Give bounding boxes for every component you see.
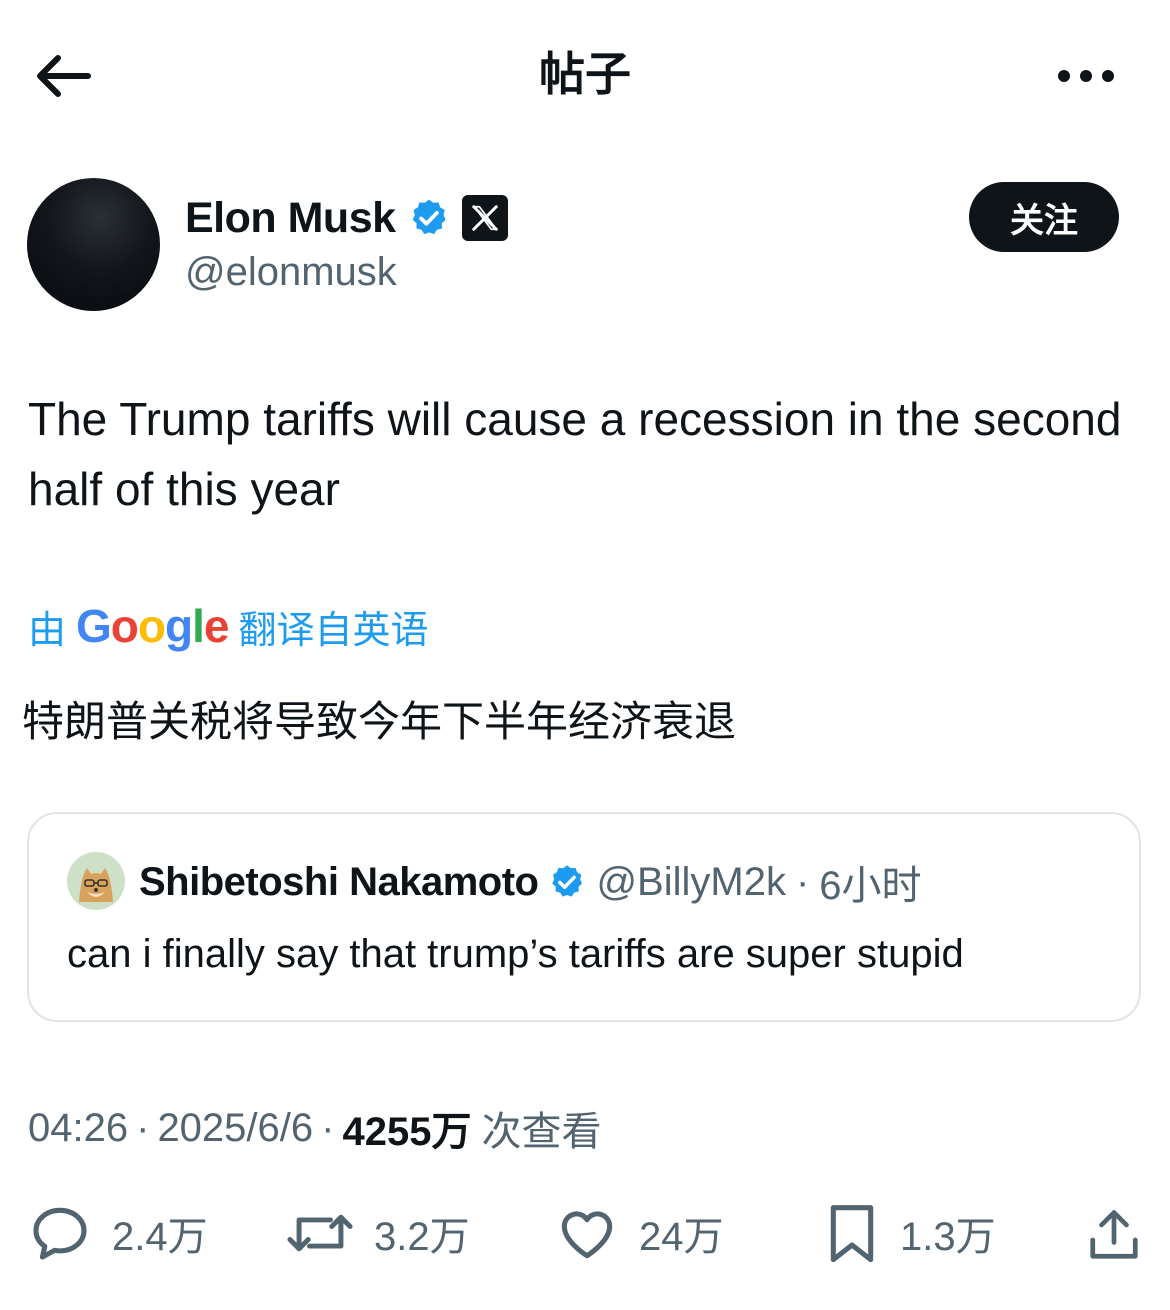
reply-icon xyxy=(33,1207,87,1260)
follow-button[interactable]: 关注 xyxy=(969,182,1119,252)
author-handle[interactable]: @elonmusk xyxy=(185,250,397,295)
like-button[interactable]: 24万 xyxy=(555,1198,724,1268)
bookmark-icon xyxy=(830,1205,874,1263)
views-label: 次查看 xyxy=(481,1110,602,1154)
heart-icon xyxy=(561,1211,613,1259)
x-logo-icon xyxy=(461,195,508,241)
quoted-author-handle: @BillyM2k xyxy=(596,859,786,904)
separator-dot: · xyxy=(136,1105,150,1150)
verified-badge-icon xyxy=(552,865,583,897)
author-avatar[interactable] xyxy=(27,178,160,311)
like-count: 24万 xyxy=(639,1215,724,1259)
google-logo: Google xyxy=(76,600,229,652)
quoted-tweet-card[interactable]: Shibetoshi Nakamoto @BillyM2k · 6小时 can … xyxy=(27,812,1141,1022)
translated-text: 特朗普关税将导致今年下半年经济衰退 xyxy=(22,698,737,745)
bookmark-count: 1.3万 xyxy=(900,1215,996,1259)
retweet-icon xyxy=(287,1214,353,1252)
separator-dot: · xyxy=(795,859,810,904)
quoted-tweet-header: Shibetoshi Nakamoto @BillyM2k · 6小时 xyxy=(139,852,922,912)
quoted-author-name: Shibetoshi Nakamoto xyxy=(139,859,539,904)
more-dots-icon xyxy=(1058,70,1114,82)
quoted-author-avatar xyxy=(67,852,125,910)
reply-count: 2.4万 xyxy=(112,1215,208,1259)
author-name[interactable]: Elon Musk xyxy=(185,194,396,243)
quoted-tweet-text: can i finally say that trump’s tariffs a… xyxy=(67,932,964,976)
tweet-date: 2025/6/6 xyxy=(157,1105,314,1150)
tweet-text: The Trump tariffs will cause a recession… xyxy=(28,393,1122,515)
author-name-row: Elon Musk xyxy=(185,190,508,246)
translation-prefix: 由 xyxy=(28,609,67,652)
tweet-meta: 04:26 · 2025/6/6 · 4255万 次查看 xyxy=(28,1098,601,1158)
share-button[interactable] xyxy=(1084,1200,1144,1270)
reply-button[interactable]: 2.4万 xyxy=(28,1198,208,1268)
views-count[interactable]: 4255万 xyxy=(342,1099,471,1157)
translation-attribution[interactable]: 由 Google 翻译自英语 xyxy=(28,596,429,656)
retweet-count: 3.2万 xyxy=(374,1215,470,1259)
translation-suffix: 翻译自英语 xyxy=(238,609,429,652)
share-icon xyxy=(1090,1210,1138,1259)
tweet-time: 04:26 xyxy=(28,1105,129,1150)
page-title: 帖子 xyxy=(539,48,631,100)
bookmark-button[interactable]: 1.3万 xyxy=(824,1198,996,1268)
quoted-tweet-time: 6小时 xyxy=(819,864,922,908)
more-button[interactable] xyxy=(1054,56,1118,96)
retweet-button[interactable]: 3.2万 xyxy=(286,1198,470,1268)
verified-badge-icon xyxy=(412,199,446,235)
separator-dot: · xyxy=(321,1105,335,1150)
